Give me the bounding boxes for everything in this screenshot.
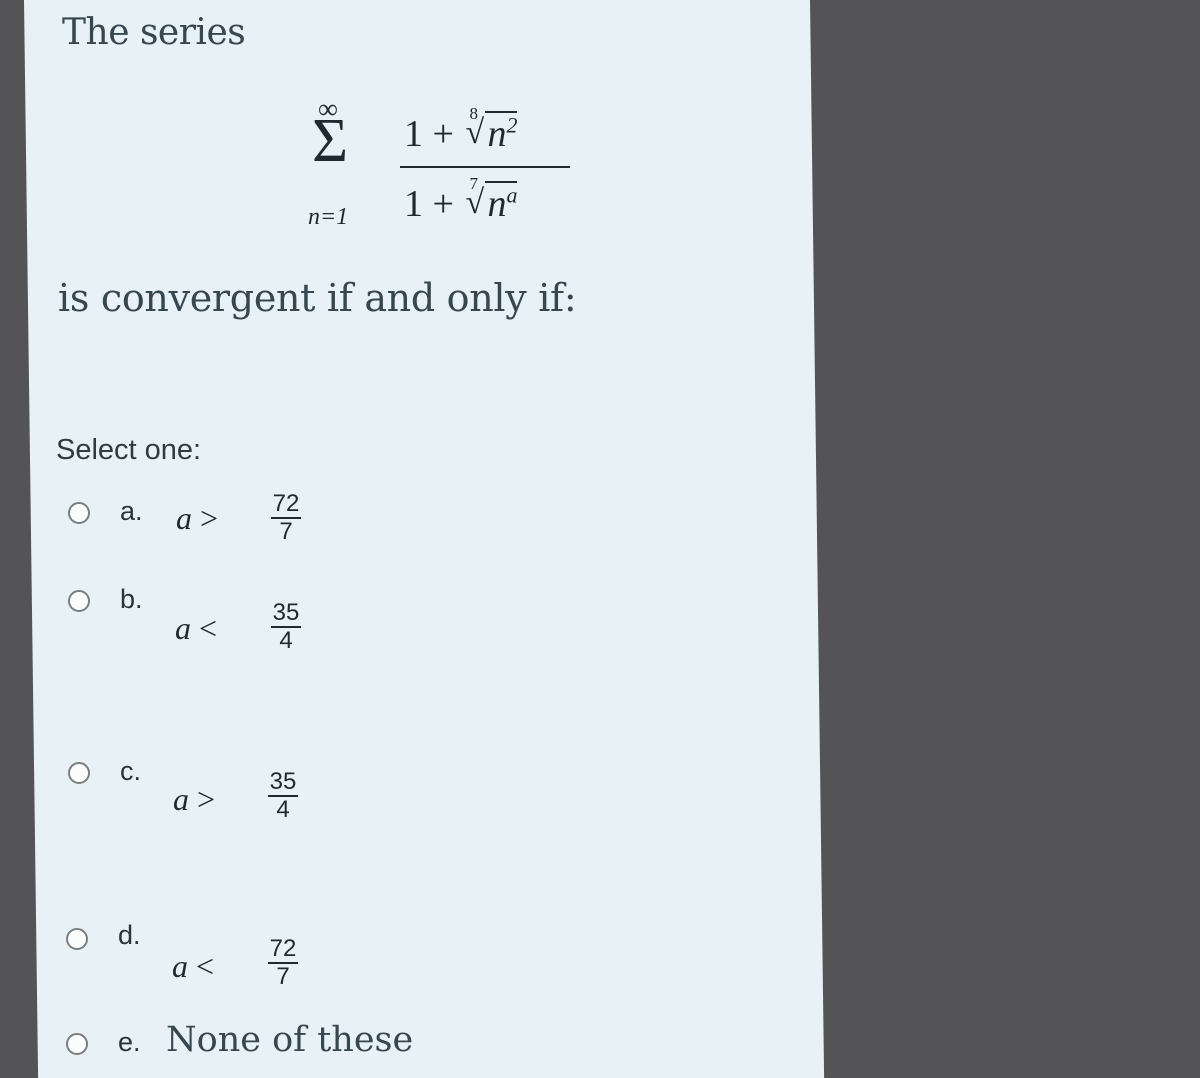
denominator-base: n (487, 183, 507, 225)
question-panel: The series ∞ Σ n=1 1 + 8 √ n2 1 + 7 √ na… (24, 0, 825, 1078)
condition-text: is convergent if and only if: (58, 276, 577, 320)
radical-sign: √ (465, 184, 485, 221)
option-text: None of these (166, 1020, 414, 1060)
operator: < (196, 948, 215, 984)
numerator-base: n (487, 113, 507, 155)
option-letter: b. (120, 584, 143, 614)
variable-a: a (173, 781, 189, 817)
option-fraction: 72 7 (271, 490, 301, 545)
operator: > (197, 781, 216, 817)
fraction-numerator: 35 (269, 768, 297, 795)
variable-a: a (176, 500, 192, 536)
denominator-constant: 1 + (404, 183, 454, 225)
variable-a: a (172, 948, 188, 984)
fraction-denominator: 1 + 7 √ na (404, 174, 518, 226)
option-inequality: a < (172, 948, 214, 985)
option-fraction: 35 4 (271, 599, 301, 654)
numerator-exponent: 2 (506, 112, 518, 138)
fraction-numerator: 72 (269, 935, 297, 962)
radio-button-d[interactable] (66, 928, 88, 950)
series-formula: ∞ Σ n=1 1 + 8 √ n2 1 + 7 √ na (308, 94, 648, 244)
fraction-denominator: 4 (276, 796, 290, 823)
select-one-label: Select one: (56, 434, 202, 466)
option-letter: e. (118, 1027, 141, 1057)
radio-button-e[interactable] (66, 1033, 88, 1055)
denominator-radical: 7 √ na (463, 174, 518, 226)
option-inequality: a > (176, 500, 218, 537)
fraction-bar (400, 166, 570, 168)
radio-button-c[interactable] (68, 762, 90, 784)
operator: < (199, 610, 218, 646)
fraction-denominator: 4 (279, 627, 293, 654)
fraction-denominator: 7 (279, 518, 293, 545)
option-fraction: 72 7 (268, 935, 298, 990)
operator: > (200, 500, 219, 536)
radio-button-a[interactable] (68, 502, 90, 524)
option-inequality: a > (173, 781, 215, 818)
sigma-symbol: Σ (312, 107, 349, 175)
option-fraction: 35 4 (268, 768, 298, 823)
numerator-constant: 1 + (404, 113, 454, 155)
option-letter: d. (118, 920, 141, 950)
radical-sign: √ (465, 114, 485, 151)
option-letter: a. (120, 496, 143, 526)
fraction-numerator: 72 (272, 490, 300, 517)
denominator-exponent: a (506, 182, 518, 208)
option-inequality: a < (175, 610, 217, 647)
variable-a: a (175, 610, 191, 646)
fraction-numerator: 35 (272, 599, 300, 626)
fraction-numerator: 1 + 8 √ n2 (404, 104, 518, 156)
lower-limit: n=1 (308, 204, 349, 230)
numerator-radical: 8 √ n2 (463, 104, 518, 156)
option-letter: c. (120, 756, 142, 786)
radio-button-b[interactable] (68, 590, 90, 612)
question-intro: The series (62, 12, 246, 53)
fraction-denominator: 7 (276, 963, 290, 990)
